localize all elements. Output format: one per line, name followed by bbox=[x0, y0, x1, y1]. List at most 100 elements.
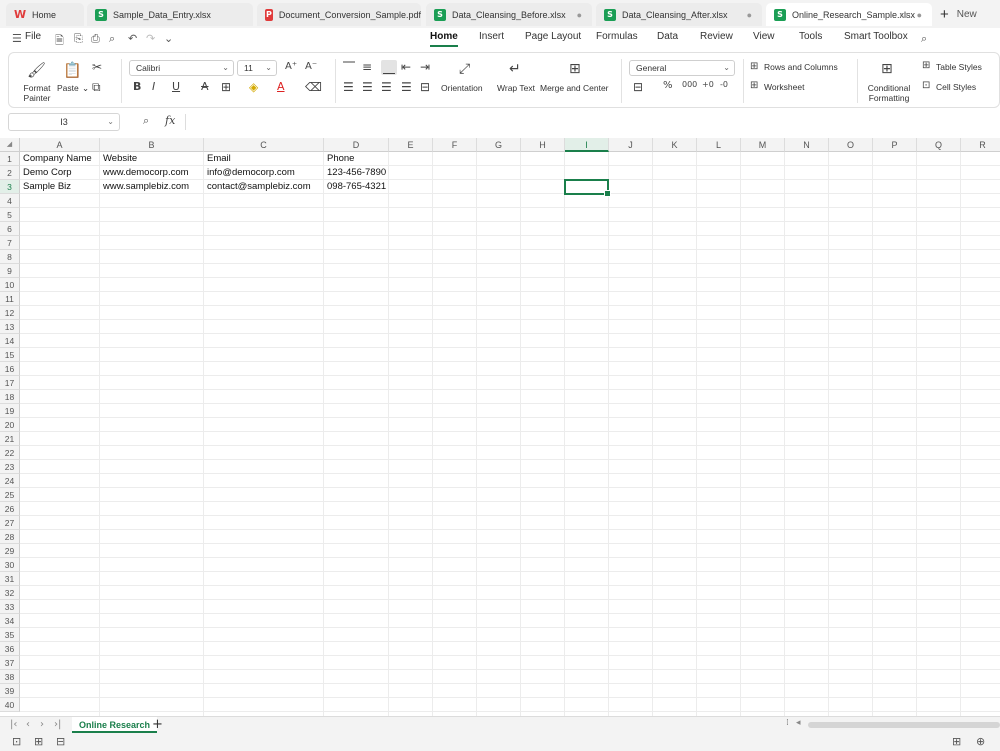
row-header-40[interactable]: 40 bbox=[0, 698, 20, 712]
monitor-icon[interactable]: ▭ bbox=[899, 9, 908, 20]
add-sheet-icon[interactable]: + bbox=[152, 717, 163, 732]
row-header-30[interactable]: 30 bbox=[0, 558, 20, 572]
decrease-font-icon[interactable]: A⁻ bbox=[305, 61, 317, 72]
wrap-text-button[interactable]: Wrap Text bbox=[497, 83, 535, 93]
cell-b3[interactable]: www.samplebiz.com bbox=[100, 180, 204, 194]
row-header-33[interactable]: 33 bbox=[0, 600, 20, 614]
row-header-23[interactable]: 23 bbox=[0, 460, 20, 474]
increase-font-icon[interactable]: A⁺ bbox=[285, 61, 297, 72]
tab-insert[interactable]: Insert bbox=[479, 31, 504, 42]
row-header-39[interactable]: 39 bbox=[0, 684, 20, 698]
last-sheet-icon[interactable]: ›| bbox=[54, 719, 61, 730]
hamburger-icon[interactable]: ☰ bbox=[12, 32, 22, 45]
row-header-1[interactable]: 1 bbox=[0, 152, 20, 166]
row-header-22[interactable]: 22 bbox=[0, 446, 20, 460]
row-header-20[interactable]: 20 bbox=[0, 418, 20, 432]
column-header-o[interactable]: O bbox=[829, 138, 873, 152]
row-header-38[interactable]: 38 bbox=[0, 670, 20, 684]
file-tab-data-cleansing-before[interactable]: S Data_Cleansing_Before.xlsx ● bbox=[426, 3, 592, 26]
row-header-21[interactable]: 21 bbox=[0, 432, 20, 446]
align-middle-icon[interactable]: ≡ bbox=[362, 60, 372, 74]
row-header-7[interactable]: 7 bbox=[0, 236, 20, 250]
font-color-icon[interactable]: A bbox=[277, 80, 285, 93]
column-header-f[interactable]: F bbox=[433, 138, 477, 152]
row-header-18[interactable]: 18 bbox=[0, 390, 20, 404]
align-top-icon[interactable]: ⎺ bbox=[343, 60, 355, 75]
spreadsheet-grid[interactable]: ◢ A B C D E F G H I J K L M N O P Q R 1 2 3 4 5 6 7 8 9 10 11 12 13 14 1… bbox=[0, 138, 1000, 716]
column-header-c[interactable]: C bbox=[204, 138, 324, 152]
tab-tools[interactable]: Tools bbox=[799, 31, 822, 42]
borders-icon[interactable]: ⊞ bbox=[221, 80, 231, 94]
column-header-i[interactable]: I bbox=[565, 138, 609, 152]
row-header-8[interactable]: 8 bbox=[0, 250, 20, 264]
row-header-9[interactable]: 9 bbox=[0, 264, 20, 278]
column-header-n[interactable]: N bbox=[785, 138, 829, 152]
column-header-q[interactable]: Q bbox=[917, 138, 961, 152]
align-left-icon[interactable]: ☰ bbox=[343, 80, 354, 94]
print-preview-icon[interactable]: ⌕ bbox=[109, 32, 115, 46]
file-menu[interactable]: File bbox=[25, 31, 41, 42]
row-header-35[interactable]: 35 bbox=[0, 628, 20, 642]
row-header-17[interactable]: 17 bbox=[0, 376, 20, 390]
row-header-27[interactable]: 27 bbox=[0, 516, 20, 530]
tab-data[interactable]: Data bbox=[657, 31, 678, 42]
bold-button[interactable]: B bbox=[133, 80, 141, 93]
row-header-37[interactable]: 37 bbox=[0, 656, 20, 670]
column-header-p[interactable]: P bbox=[873, 138, 917, 152]
save-icon[interactable]: 🗎 bbox=[55, 32, 64, 51]
row-header-3[interactable]: 3 bbox=[0, 180, 20, 194]
search-icon[interactable]: ⌕ bbox=[921, 32, 927, 46]
row-header-36[interactable]: 36 bbox=[0, 642, 20, 656]
strikethrough-icon[interactable]: A bbox=[201, 80, 209, 93]
cell-a3[interactable]: Sample Biz bbox=[20, 180, 100, 194]
justify-icon[interactable]: ☰ bbox=[401, 80, 412, 94]
cell-a2[interactable]: Demo Corp bbox=[20, 166, 100, 180]
row-header-31[interactable]: 31 bbox=[0, 572, 20, 586]
rows-columns-icon[interactable]: ⊞ bbox=[750, 61, 758, 72]
row-header-16[interactable]: 16 bbox=[0, 362, 20, 376]
zoom-icon[interactable]: ⌕ bbox=[143, 114, 149, 128]
rows-columns-button[interactable]: Rows and Columns bbox=[764, 62, 838, 72]
column-header-b[interactable]: B bbox=[100, 138, 204, 152]
row-header-6[interactable]: 6 bbox=[0, 222, 20, 236]
cell-b2[interactable]: www.democorp.com bbox=[100, 166, 204, 180]
cell-a1[interactable]: Company Name bbox=[20, 152, 100, 166]
row-header-13[interactable]: 13 bbox=[0, 320, 20, 334]
font-size-select[interactable]: 11 ⌄ bbox=[237, 60, 277, 76]
page-layout-view-icon[interactable]: ⊞ bbox=[34, 735, 43, 748]
tab-view[interactable]: View bbox=[753, 31, 775, 42]
cell-d2[interactable]: 123-456-7890 bbox=[324, 166, 389, 180]
name-box[interactable]: I3 ⌄ bbox=[8, 113, 120, 131]
column-header-h[interactable]: H bbox=[521, 138, 565, 152]
worksheet-icon[interactable]: ⊞ bbox=[750, 80, 758, 91]
chevron-down-icon[interactable]: ⌄ bbox=[164, 32, 173, 45]
new-tab-button[interactable]: + New bbox=[940, 5, 977, 23]
merge-center-icon[interactable]: ⊞ bbox=[569, 61, 581, 77]
currency-icon[interactable]: ⊟ bbox=[633, 80, 643, 94]
row-header-12[interactable]: 12 bbox=[0, 306, 20, 320]
sheet-tab-online-research[interactable]: Online Research bbox=[72, 717, 158, 733]
copy-icon[interactable]: ⧉ bbox=[92, 80, 101, 95]
column-header-r[interactable]: R bbox=[961, 138, 1000, 152]
file-tab-data-cleansing-after[interactable]: S Data_Cleansing_After.xlsx ● bbox=[596, 3, 762, 26]
align-center-icon[interactable]: ☰ bbox=[362, 80, 373, 94]
row-header-5[interactable]: 5 bbox=[0, 208, 20, 222]
file-tab-home[interactable]: W Home bbox=[6, 3, 84, 26]
row-header-10[interactable]: 10 bbox=[0, 278, 20, 292]
column-header-d[interactable]: D bbox=[324, 138, 389, 152]
format-painter-label[interactable]: Format Painter bbox=[21, 83, 53, 103]
format-painter-icon[interactable]: 🖌 bbox=[27, 61, 46, 79]
column-header-j[interactable]: J bbox=[609, 138, 653, 152]
italic-button[interactable]: I bbox=[152, 80, 155, 93]
row-header-14[interactable]: 14 bbox=[0, 334, 20, 348]
file-tab-document-conversion[interactable]: P Document_Conversion_Sample.pdf bbox=[257, 3, 421, 26]
number-format-select[interactable]: General ⌄ bbox=[629, 60, 735, 76]
row-header-26[interactable]: 26 bbox=[0, 502, 20, 516]
row-header-4[interactable]: 4 bbox=[0, 194, 20, 208]
row-header-2[interactable]: 2 bbox=[0, 166, 20, 180]
undo-icon[interactable]: ↶ bbox=[128, 32, 137, 45]
tab-page-layout[interactable]: Page Layout bbox=[525, 31, 581, 42]
formula-input[interactable] bbox=[192, 116, 992, 130]
distributed-icon[interactable]: ⊟ bbox=[420, 80, 430, 94]
row-header-28[interactable]: 28 bbox=[0, 530, 20, 544]
